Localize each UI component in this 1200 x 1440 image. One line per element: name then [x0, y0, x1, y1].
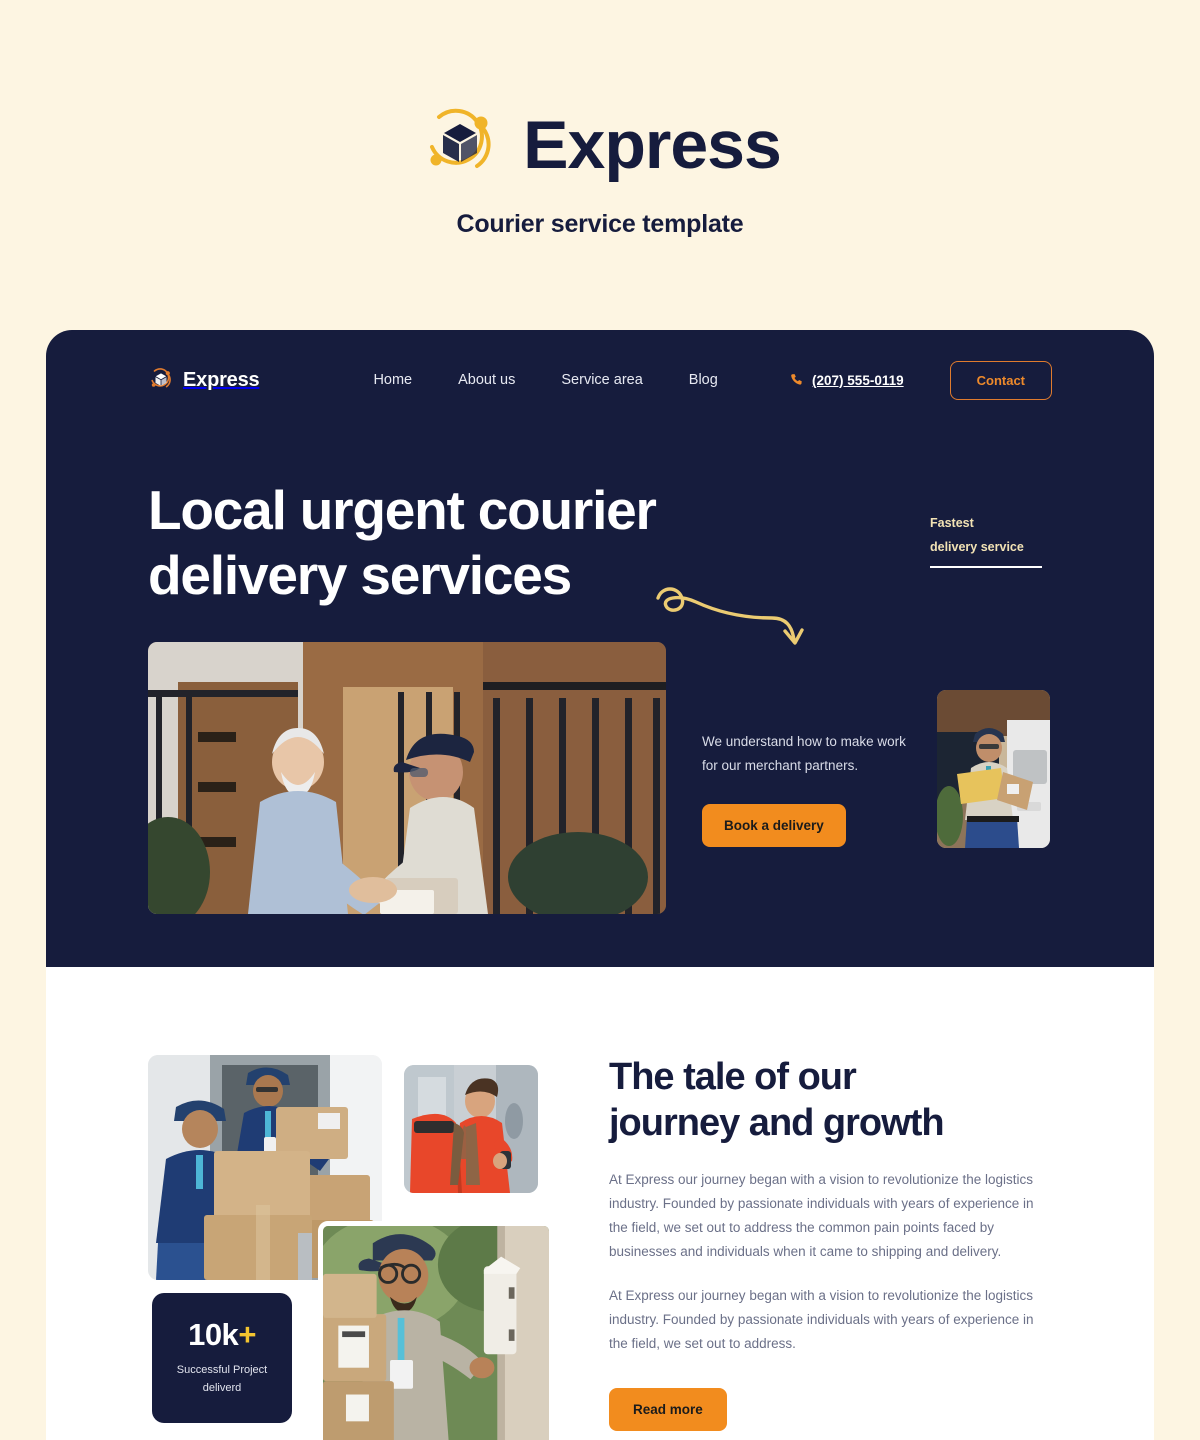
- hero-side-photo: [937, 690, 1050, 848]
- hero-title-line-1: Local urgent courier: [148, 479, 657, 541]
- nav-item-blog[interactable]: Blog: [689, 372, 718, 388]
- navbar-links: Home About us Service area Blog: [373, 372, 717, 388]
- about-gallery: 10k+ Successful Project deliverd: [148, 1055, 560, 1440]
- gallery-photo-red-jacket-courier: [404, 1065, 538, 1193]
- stat-number: 10k: [188, 1317, 239, 1353]
- hero-copy: We understand how to make work for our m…: [702, 730, 912, 848]
- nav-item-about-us[interactable]: About us: [458, 372, 515, 388]
- navbar-brand-label: Express: [183, 368, 260, 391]
- about-title-line-2: journey and growth: [609, 1101, 945, 1144]
- cube-orbit-icon: [148, 367, 174, 393]
- cube-orbit-icon: [419, 104, 501, 186]
- hero-badge-line-2: delivery service: [930, 539, 1024, 554]
- about-body: The tale of our journey and growth At Ex…: [609, 1055, 1045, 1432]
- template-preview-card: Express Home About us Service area Blog …: [46, 330, 1154, 1440]
- stat-value: 10k+: [188, 1319, 256, 1350]
- navbar-right: (207) 555-0119 Contact: [790, 360, 1052, 400]
- contact-button[interactable]: Contact: [949, 360, 1052, 400]
- about-title: The tale of our journey and growth: [609, 1055, 1045, 1146]
- hero-paragraph: We understand how to make work for our m…: [702, 734, 906, 774]
- brand-tagline: Courier service template: [456, 210, 744, 238]
- brand-header: Express Courier service template: [0, 0, 1200, 239]
- stat-label: Successful Project deliverd: [176, 1364, 268, 1394]
- brand-wordmark: Express: [523, 107, 782, 183]
- about-paragraph-2: At Express our journey began with a visi…: [609, 1288, 1034, 1352]
- navbar-brand[interactable]: Express: [148, 367, 260, 393]
- read-more-button[interactable]: Read more: [609, 1388, 727, 1432]
- phone-icon: [790, 373, 804, 387]
- stat-card-successful-projects: 10k+ Successful Project deliverd: [152, 1293, 292, 1423]
- site-navbar: Express Home About us Service area Blog …: [148, 330, 1052, 418]
- nav-item-home[interactable]: Home: [373, 372, 412, 388]
- gallery-photo-courier-at-door: [318, 1221, 554, 1440]
- book-a-delivery-button[interactable]: Book a delivery: [702, 804, 846, 848]
- hero-badge-line-1: Fastest: [930, 516, 974, 530]
- hero-badge-underline: [930, 565, 1042, 568]
- hero-main-photo: [148, 642, 666, 914]
- navbar-phone-number: (207) 555-0119: [812, 372, 904, 388]
- brand-lockup: Express: [0, 104, 1200, 186]
- curly-arrow-icon: [652, 580, 822, 660]
- navbar-phone-link[interactable]: (207) 555-0119: [790, 373, 904, 388]
- about-title-line-1: The tale of our: [609, 1056, 857, 1098]
- hero-badge: Fastest delivery service: [930, 512, 1046, 568]
- about-paragraph-1: At Express our journey began with a visi…: [609, 1172, 1034, 1260]
- stat-suffix: +: [238, 1317, 256, 1353]
- about-section: 10k+ Successful Project deliverd The tal…: [46, 967, 1154, 1440]
- hero-section: Express Home About us Service area Blog …: [46, 330, 1154, 967]
- nav-item-service-area[interactable]: Service area: [561, 372, 642, 388]
- hero-title-line-2: delivery services: [148, 543, 572, 606]
